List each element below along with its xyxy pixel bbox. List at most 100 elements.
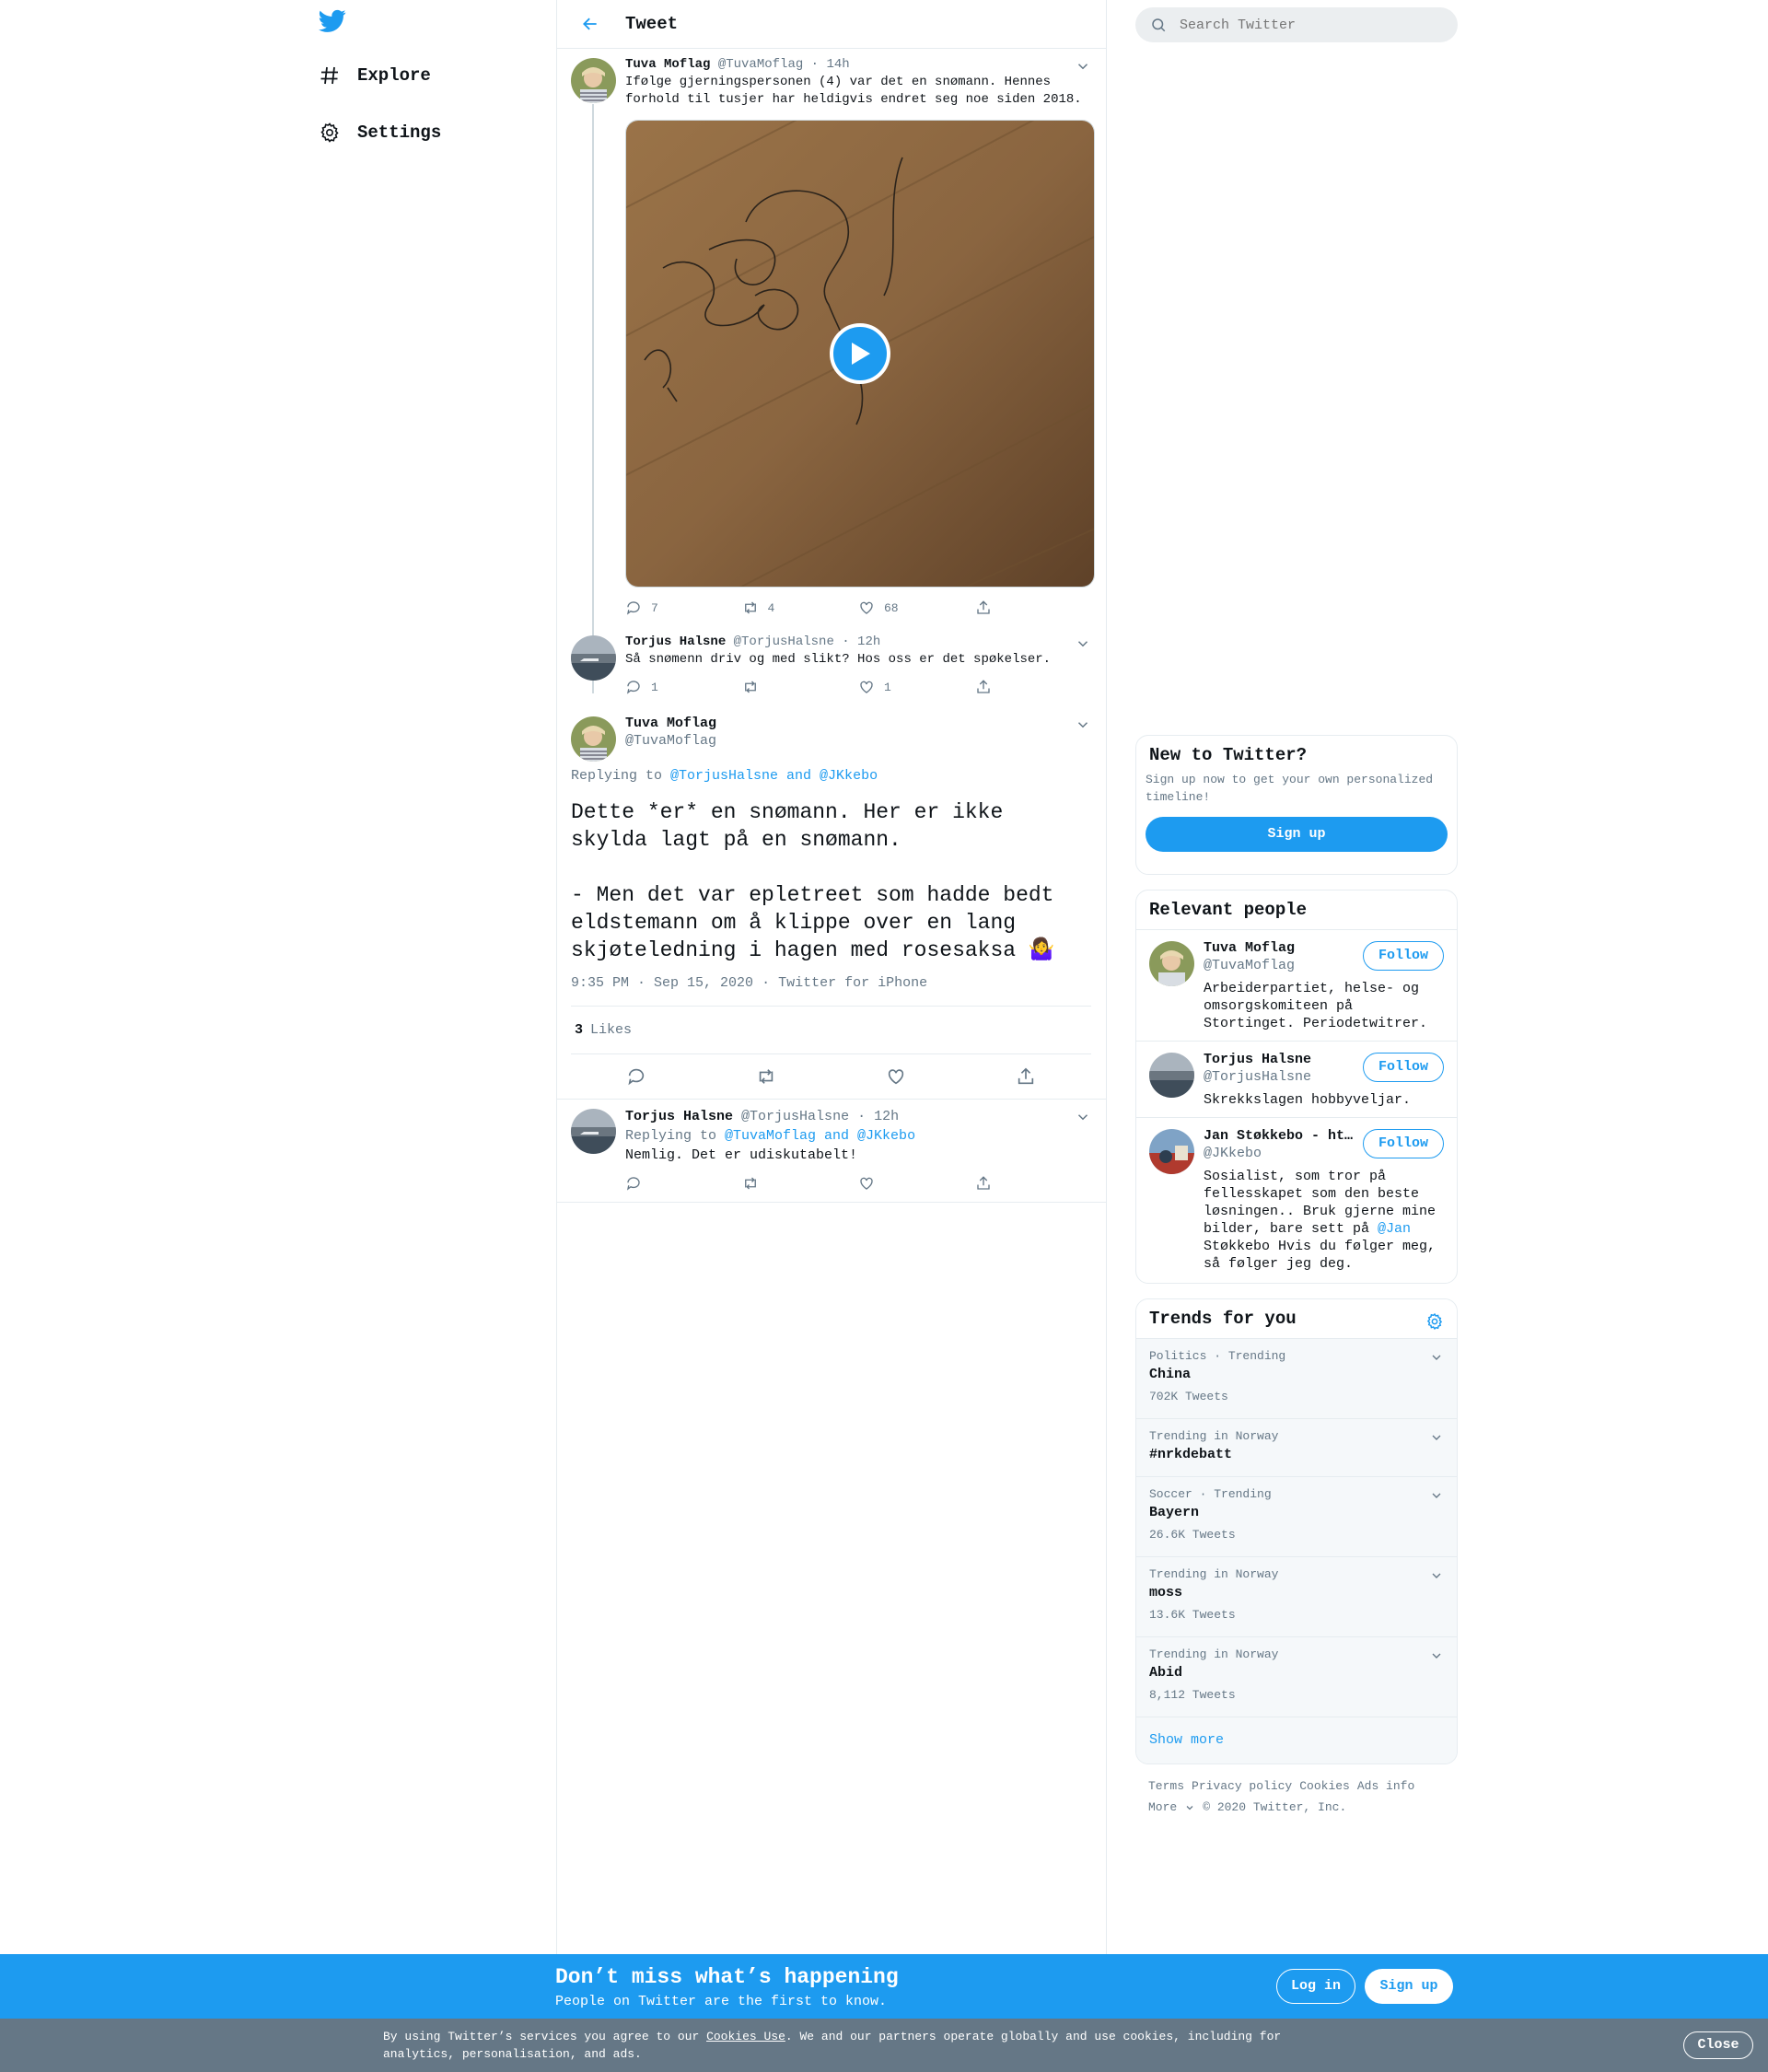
trend-item[interactable]: Trending in Norway Abid 8,112 Tweets bbox=[1136, 1636, 1457, 1717]
cookie-close-button[interactable]: Close bbox=[1683, 2031, 1753, 2059]
banner-signup-button[interactable]: Sign up bbox=[1365, 1969, 1453, 2004]
share-button[interactable] bbox=[975, 1175, 1092, 1192]
thread-tweet[interactable]: Torjus Halsne @TorjusHalsne · 12h Så snø… bbox=[557, 626, 1106, 702]
tweet-text: Så snømenn driv og med slikt? Hos oss er… bbox=[625, 652, 1052, 667]
tweet-author-handle[interactable]: @TorjusHalsne bbox=[741, 1109, 849, 1124]
play-button[interactable] bbox=[830, 323, 890, 384]
login-button[interactable]: Log in bbox=[1276, 1969, 1355, 2004]
chevron-down-icon[interactable] bbox=[1075, 58, 1091, 75]
tweet-time[interactable]: · 12h bbox=[842, 634, 880, 649]
share-icon bbox=[976, 600, 990, 614]
avatar[interactable] bbox=[571, 716, 616, 762]
tweet-author-handle[interactable]: @TorjusHalsne bbox=[734, 634, 834, 649]
show-more-link[interactable]: Show more bbox=[1136, 1717, 1457, 1763]
footer-link-terms[interactable]: Terms bbox=[1148, 1779, 1184, 1793]
person-item[interactable]: Jan Støkkebo - ht… @JKkebo Sosialist, so… bbox=[1136, 1117, 1457, 1283]
footer-link-cookies[interactable]: Cookies bbox=[1299, 1779, 1350, 1793]
tweet-time[interactable]: · 12h bbox=[857, 1109, 899, 1124]
avatar[interactable] bbox=[1149, 941, 1194, 986]
trend-name: Bayern bbox=[1149, 1505, 1200, 1520]
retweet-button[interactable] bbox=[742, 1175, 859, 1192]
trend-context: Trending in Norway bbox=[1149, 1567, 1279, 1581]
reply-button[interactable]: 1 bbox=[625, 679, 742, 696]
avatar[interactable] bbox=[1149, 1053, 1194, 1098]
footer-more[interactable]: More bbox=[1148, 1800, 1195, 1814]
trend-context: Soccer · Trending bbox=[1149, 1487, 1272, 1501]
reply-button[interactable] bbox=[625, 1175, 742, 1192]
trend-name: moss bbox=[1149, 1585, 1183, 1601]
follow-button[interactable]: Follow bbox=[1363, 1129, 1444, 1158]
thread-line bbox=[592, 104, 594, 693]
tweet-author-name[interactable]: Torjus Halsne bbox=[625, 1109, 733, 1124]
avatar[interactable] bbox=[571, 1109, 616, 1154]
share-icon[interactable] bbox=[1016, 1066, 1036, 1087]
avatar[interactable] bbox=[1149, 1129, 1194, 1174]
footer-link-ads[interactable]: Ads info bbox=[1357, 1779, 1414, 1793]
thread-tweet[interactable]: Tuva Moflag @TuvaMoflag · 14h Ifølge gje… bbox=[557, 49, 1106, 693]
chevron-down-icon[interactable] bbox=[1429, 1430, 1444, 1445]
footer-link-privacy[interactable]: Privacy policy bbox=[1192, 1779, 1292, 1793]
replying-to-link[interactable]: @TuvaMoflag and @JKkebo bbox=[725, 1128, 915, 1144]
chevron-down-icon[interactable] bbox=[1429, 1350, 1444, 1365]
tweet-author-handle[interactable]: @TuvaMoflag bbox=[625, 732, 1091, 750]
back-button[interactable] bbox=[574, 7, 607, 41]
chevron-down-icon[interactable] bbox=[1429, 1568, 1444, 1583]
tweet-author-name[interactable]: Tuva Moflag bbox=[625, 57, 710, 72]
timestamp[interactable]: 9:35 PM · Sep 15, 2020 bbox=[571, 975, 753, 991]
heart-icon bbox=[860, 601, 873, 614]
chevron-down-icon[interactable] bbox=[1429, 1648, 1444, 1663]
retweet-icon[interactable] bbox=[756, 1066, 776, 1087]
tweet-author-handle[interactable]: @TuvaMoflag bbox=[718, 57, 803, 72]
main-tweet: Tuva Moflag @TuvaMoflag Replying to @Tor… bbox=[557, 702, 1106, 1099]
trend-item[interactable]: Soccer · Trending Bayern 26.6K Tweets bbox=[1136, 1476, 1457, 1556]
retweet-button[interactable] bbox=[742, 679, 859, 695]
avatar[interactable] bbox=[571, 635, 616, 681]
nav-explore[interactable]: Explore bbox=[319, 57, 431, 94]
trend-count: 702K Tweets bbox=[1149, 1390, 1228, 1403]
tweet-author-name[interactable]: Tuva Moflag bbox=[625, 715, 1091, 732]
trend-item[interactable]: Politics · Trending China 702K Tweets bbox=[1136, 1338, 1457, 1418]
search-input[interactable] bbox=[1180, 17, 1428, 33]
reply-button[interactable]: 7 bbox=[625, 599, 742, 617]
tweet-author-name[interactable]: Torjus Halsne bbox=[625, 634, 726, 649]
cookies-use-link[interactable]: Cookies Use bbox=[706, 2030, 785, 2043]
gear-icon[interactable] bbox=[1425, 1312, 1444, 1331]
person-name[interactable]: Jan Støkkebo - ht… bbox=[1204, 1127, 1360, 1145]
replying-to-link[interactable]: @TorjusHalsne and @JKkebo bbox=[670, 768, 878, 784]
chevron-down-icon[interactable] bbox=[1075, 716, 1091, 733]
heart-icon[interactable] bbox=[886, 1066, 906, 1087]
bio-mention-link[interactable]: @Jan bbox=[1378, 1221, 1411, 1237]
share-icon bbox=[976, 680, 990, 693]
chevron-down-icon[interactable] bbox=[1075, 1109, 1091, 1125]
likes-stat[interactable]: 3 Likes bbox=[571, 1007, 1091, 1054]
trend-item[interactable]: Trending in Norway #nrkdebatt bbox=[1136, 1418, 1457, 1476]
follow-button[interactable]: Follow bbox=[1363, 1053, 1444, 1082]
retweet-icon bbox=[744, 1177, 756, 1190]
trends-title: Trends for you bbox=[1149, 1309, 1297, 1329]
banner-subtext: People on Twitter are the first to know. bbox=[555, 1994, 888, 2009]
twitter-logo-icon[interactable] bbox=[319, 9, 355, 46]
share-button[interactable] bbox=[975, 599, 1092, 616]
tweet-video[interactable] bbox=[625, 120, 1095, 588]
person-item[interactable]: Tuva Moflag @TuvaMoflag Arbeiderpartiet,… bbox=[1136, 929, 1457, 1041]
person-item[interactable]: Torjus Halsne @TorjusHalsne Skrekkslagen… bbox=[1136, 1041, 1457, 1117]
search-bar[interactable] bbox=[1135, 7, 1458, 42]
like-button[interactable]: 1 bbox=[858, 679, 975, 696]
gear-icon bbox=[319, 122, 341, 144]
trend-context: Trending in Norway bbox=[1149, 1429, 1279, 1443]
retweet-button[interactable]: 4 bbox=[742, 599, 859, 617]
chevron-down-icon[interactable] bbox=[1429, 1488, 1444, 1503]
chevron-down-icon[interactable] bbox=[1075, 635, 1091, 652]
like-button[interactable]: 68 bbox=[858, 599, 975, 617]
follow-button[interactable]: Follow bbox=[1363, 941, 1444, 971]
trend-item[interactable]: Trending in Norway moss 13.6K Tweets bbox=[1136, 1556, 1457, 1636]
signup-button[interactable]: Sign up bbox=[1146, 817, 1448, 852]
share-button[interactable] bbox=[975, 679, 1092, 695]
avatar[interactable] bbox=[571, 58, 616, 103]
like-button[interactable] bbox=[858, 1175, 975, 1192]
tweet-time[interactable]: · 14h bbox=[811, 57, 850, 72]
reply-icon[interactable] bbox=[626, 1066, 646, 1087]
reply-tweet[interactable]: Torjus Halsne @TorjusHalsne · 12h Replyi… bbox=[557, 1099, 1106, 1203]
nav-settings[interactable]: Settings bbox=[319, 114, 441, 151]
reply-icon bbox=[626, 681, 640, 694]
